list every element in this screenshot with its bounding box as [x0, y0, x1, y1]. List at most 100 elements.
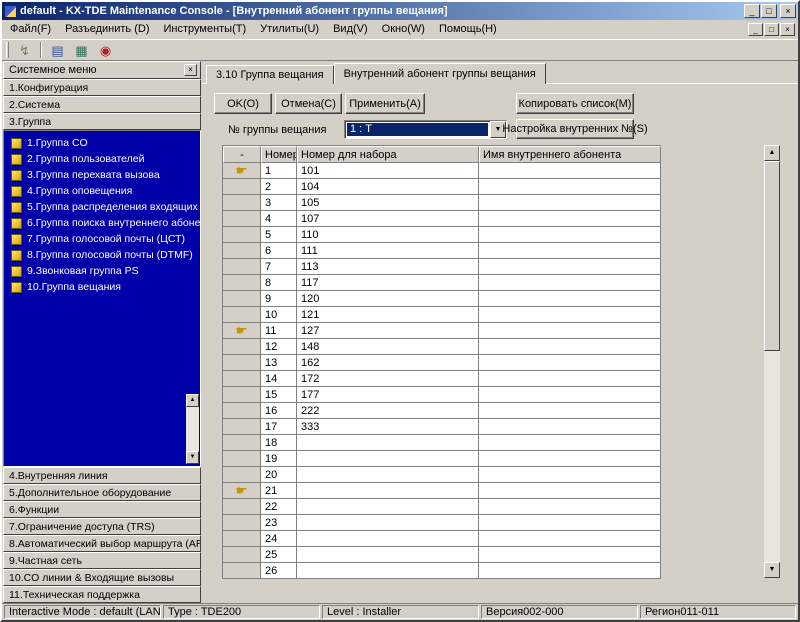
dial-number-cell[interactable]: 110 [297, 227, 479, 243]
cancel-button[interactable]: Отмена(C) [275, 93, 342, 114]
extension-name-cell[interactable] [479, 355, 661, 371]
menu-item[interactable]: Окно(W) [375, 20, 432, 39]
group-number-select[interactable]: 1 : Т ▼ [344, 120, 507, 139]
scroll-track[interactable] [764, 161, 780, 562]
sidebar-group-item[interactable]: 3.Группа перехвата вызова [4, 167, 200, 183]
sidebar-group-item[interactable]: 5.Группа распределения входящих вызов [4, 199, 200, 215]
sidebar-group-item[interactable]: 10.Группа вещания [4, 279, 200, 295]
extension-name-cell[interactable] [479, 563, 661, 579]
extension-name-cell[interactable] [479, 387, 661, 403]
extension-name-cell[interactable] [479, 163, 661, 179]
dial-number-cell[interactable]: 333 [297, 419, 479, 435]
extension-name-cell[interactable] [479, 339, 661, 355]
dial-number-cell[interactable]: 111 [297, 243, 479, 259]
extension-name-cell[interactable] [479, 515, 661, 531]
sidebar-group-item[interactable]: 4.Группа оповещения [4, 183, 200, 199]
minimize-button[interactable]: _ [744, 4, 760, 18]
sidebar-item[interactable]: 5.Дополнительное оборудование [3, 484, 201, 501]
extension-name-cell[interactable] [479, 195, 661, 211]
sidebar-item[interactable]: 9.Частная сеть [3, 552, 201, 569]
sidebar-group-item[interactable]: 6.Группа поиска внутреннего абонента [4, 215, 200, 231]
tab-2[interactable]: Внутренний абонент группы вещания [333, 63, 546, 84]
tab-1[interactable]: 3.10 Группа вещания [206, 65, 334, 84]
sidebar-item[interactable]: 10.CO линии & Входящие вызовы [3, 569, 201, 586]
dial-number-cell[interactable] [297, 563, 479, 579]
menu-item[interactable]: Вид(V) [326, 20, 375, 39]
sidebar-scrollbar[interactable]: ▲ ▼ [186, 394, 199, 464]
sidebar-scroll-up-icon[interactable]: ▲ [186, 394, 199, 407]
sidebar-item[interactable]: 2.Система [3, 96, 201, 113]
sidebar-item[interactable]: 3.Группа [3, 113, 201, 130]
extension-name-cell[interactable] [479, 435, 661, 451]
mdi-restore-button[interactable]: □ [764, 23, 779, 36]
extension-name-cell[interactable] [479, 371, 661, 387]
sidebar-item[interactable]: 6.Функции [3, 501, 201, 518]
sidebar-group-item[interactable]: 1.Группа CO [4, 135, 200, 151]
dial-number-cell[interactable] [297, 435, 479, 451]
extension-name-cell[interactable] [479, 403, 661, 419]
extension-name-cell[interactable] [479, 531, 661, 547]
menu-item[interactable]: Разъединить (D) [58, 20, 156, 39]
extension-name-cell[interactable] [479, 243, 661, 259]
table-scrollbar[interactable]: ▲ ▼ [764, 145, 780, 578]
sidebar-group-item[interactable]: 8.Группа голосовой почты (DTMF) [4, 247, 200, 263]
sidebar-close-button[interactable]: × [184, 64, 197, 76]
dial-number-cell[interactable]: 113 [297, 259, 479, 275]
dial-number-cell[interactable]: 177 [297, 387, 479, 403]
sidebar-scroll-track[interactable] [186, 407, 199, 451]
extension-name-cell[interactable] [479, 451, 661, 467]
menu-item[interactable]: Файл(F) [3, 20, 58, 39]
dial-number-cell[interactable]: 162 [297, 355, 479, 371]
dial-number-cell[interactable]: 107 [297, 211, 479, 227]
mdi-minimize-button[interactable]: _ [748, 23, 763, 36]
sidebar-item[interactable]: 8.Автоматический выбор маршрута (ARS) [3, 535, 201, 552]
batch-mode-button[interactable]: ▤ [46, 40, 69, 60]
dial-number-cell[interactable]: 101 [297, 163, 479, 179]
extension-name-cell[interactable] [479, 419, 661, 435]
extension-name-cell[interactable] [479, 179, 661, 195]
extension-name-cell[interactable] [479, 499, 661, 515]
dial-number-cell[interactable]: 104 [297, 179, 479, 195]
copy-list-button[interactable]: Копировать список(M) [516, 93, 634, 114]
dial-number-cell[interactable]: 105 [297, 195, 479, 211]
extension-setup-button[interactable]: Настройка внутренних №(S) [502, 119, 648, 139]
sidebar-group-item[interactable]: 2.Группа пользователей [4, 151, 200, 167]
dial-number-cell[interactable]: 127 [297, 323, 479, 339]
dial-number-cell[interactable]: 120 [297, 291, 479, 307]
dial-number-cell[interactable] [297, 547, 479, 563]
dial-number-cell[interactable] [297, 483, 479, 499]
extension-name-cell[interactable] [479, 291, 661, 307]
menu-item[interactable]: Утилиты(U) [253, 20, 326, 39]
menu-item[interactable]: Помощь(Н) [432, 20, 504, 39]
dial-number-cell[interactable]: 148 [297, 339, 479, 355]
maximize-button[interactable]: □ [761, 4, 777, 18]
scroll-down-icon[interactable]: ▼ [764, 562, 780, 578]
sidebar-group-item[interactable]: 9.Звонковая группа PS [4, 263, 200, 279]
dial-number-cell[interactable]: 222 [297, 403, 479, 419]
profile-button[interactable]: ◉ [94, 40, 117, 60]
sidebar-item[interactable]: 4.Внутренняя линия [3, 467, 201, 484]
extension-name-cell[interactable] [479, 467, 661, 483]
sidebar-item[interactable]: 1.Конфигурация [3, 79, 201, 96]
mdi-close-button[interactable]: × [780, 23, 795, 36]
extension-name-cell[interactable] [479, 227, 661, 243]
interactive-mode-button[interactable]: ▦ [70, 40, 93, 60]
apply-button[interactable]: Применить(A) [345, 93, 425, 114]
dial-number-cell[interactable] [297, 515, 479, 531]
extension-name-cell[interactable] [479, 259, 661, 275]
extension-name-cell[interactable] [479, 483, 661, 499]
dial-number-cell[interactable] [297, 499, 479, 515]
sidebar-item[interactable]: 11.Техническая поддержка [3, 586, 201, 603]
menu-item[interactable]: Инструменты(Т) [157, 20, 254, 39]
dial-number-cell[interactable]: 172 [297, 371, 479, 387]
sidebar-group-item[interactable]: 7.Группа голосовой почты (ЦСТ) [4, 231, 200, 247]
close-button[interactable]: × [780, 4, 796, 18]
dial-number-cell[interactable]: 117 [297, 275, 479, 291]
extension-name-cell[interactable] [479, 323, 661, 339]
extension-name-cell[interactable] [479, 307, 661, 323]
dial-number-cell[interactable] [297, 531, 479, 547]
connect-button[interactable]: ↯ [13, 40, 36, 60]
dial-number-cell[interactable]: 121 [297, 307, 479, 323]
scroll-up-icon[interactable]: ▲ [764, 145, 780, 161]
sidebar-scroll-down-icon[interactable]: ▼ [186, 451, 199, 464]
